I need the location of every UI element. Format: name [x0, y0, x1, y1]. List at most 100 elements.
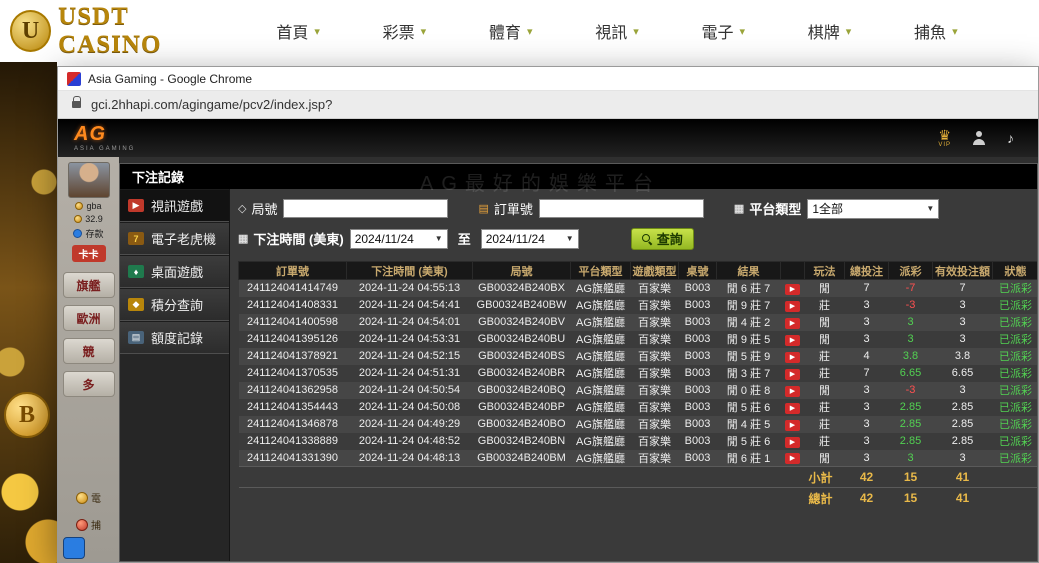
play-video-button[interactable]: ▶	[785, 453, 800, 464]
bet-row-3[interactable]: 2411240413951262024-11-24 04:53:31GB0032…	[239, 331, 1038, 348]
valid-bet-cell: 3.8	[933, 348, 993, 365]
play-video-button[interactable]: ▶	[785, 420, 800, 431]
payout-cell: -3	[889, 382, 933, 399]
valid-bet-cell: 3	[933, 297, 993, 314]
sidebar-mini-item-0[interactable]: 電	[76, 490, 101, 505]
ag-logo-caption: ASIA GAMING	[74, 146, 135, 152]
bet-row-2[interactable]: 2411240414005982024-11-24 04:54:01GB0032…	[239, 314, 1038, 331]
search-button[interactable]: 查詢	[631, 228, 694, 250]
nav-item-label: 彩票	[383, 19, 415, 43]
nav-item-2[interactable]: 體育▾	[489, 19, 533, 43]
round-number-label: ◇ 局號	[238, 199, 277, 218]
col-header-0: 訂單號	[239, 262, 347, 280]
summary-bet: 42	[845, 488, 889, 509]
coin-icon	[75, 202, 83, 210]
col-header-12: 狀態	[993, 262, 1038, 280]
col-header-8: 玩法	[805, 262, 845, 280]
sidebar-mini-item-1[interactable]: 捕	[76, 517, 101, 532]
play-video-button[interactable]: ▶	[785, 386, 800, 397]
site-logo[interactable]: U USDT CASINO	[0, 3, 235, 59]
service-icon[interactable]	[63, 537, 85, 559]
site-logo-text: USDT CASINO	[58, 3, 235, 59]
nav-item-4[interactable]: 電子▾	[701, 19, 745, 43]
play-video-button[interactable]: ▶	[785, 284, 800, 295]
nav-item-label: 體育	[489, 19, 521, 43]
hall-button-0[interactable]: 旗艦	[63, 272, 115, 298]
play-video-button[interactable]: ▶	[785, 318, 800, 329]
nav-item-5[interactable]: 棋牌▾	[808, 19, 852, 43]
vip-button[interactable]: ♛ VIP	[938, 128, 951, 148]
valid-bet-cell: 3	[933, 331, 993, 348]
time-cell: 2024-11-24 04:54:01	[347, 314, 473, 331]
order-cell: 241124041346878	[239, 416, 347, 433]
order-cell: 241124041408331	[239, 297, 347, 314]
platform-cell: AG旗艦廳	[571, 314, 631, 331]
order-cell: 241124041354443	[239, 399, 347, 416]
play-video-button[interactable]: ▶	[785, 437, 800, 448]
lock-icon	[72, 101, 81, 108]
username-row: gba	[75, 201, 101, 211]
total-bet-cell: 3	[845, 331, 889, 348]
platform-type-select[interactable]: 1全部 ▼	[807, 199, 939, 219]
chevron-down-icon: ▾	[952, 25, 958, 38]
menu-item-table-games[interactable]: ♦桌面遊戲	[120, 255, 229, 288]
hall-button-2[interactable]: 競	[63, 338, 115, 364]
bet-row-4[interactable]: 2411240413789212024-11-24 04:52:15GB0032…	[239, 348, 1038, 365]
promo-badge[interactable]: 卡卡	[72, 245, 106, 262]
game-cell: 百家樂	[631, 331, 679, 348]
video-cell: ▶	[781, 399, 805, 416]
bet-time-label: ▦ 下注時間 (美東)	[238, 229, 344, 248]
order-cell: 241124041395126	[239, 331, 347, 348]
bet-row-6[interactable]: 2411240413629582024-11-24 04:50:54GB0032…	[239, 382, 1038, 399]
menu-item-video-games[interactable]: ▶視訊遊戲	[120, 189, 229, 222]
platform-cell: AG旗艦廳	[571, 297, 631, 314]
round-cell: GB00324B240BS	[473, 348, 571, 365]
nav-item-1[interactable]: 彩票▾	[383, 19, 427, 43]
nav-item-0[interactable]: 首頁▾	[276, 19, 320, 43]
hall-button-1[interactable]: 歐洲	[63, 305, 115, 331]
bet-row-1[interactable]: 2411240414083312024-11-24 04:54:41GB0032…	[239, 297, 1038, 314]
bet-row-5[interactable]: 2411240413705352024-11-24 04:51:31GB0032…	[239, 365, 1038, 382]
order-number-input[interactable]	[539, 199, 704, 218]
menu-item-slot-machines[interactable]: 7電子老虎機	[120, 222, 229, 255]
nav-item-6[interactable]: 捕魚▾	[914, 19, 958, 43]
ag-logo: AG ASIA GAMING	[74, 124, 135, 152]
order-cell: 241124041362958	[239, 382, 347, 399]
total-bet-cell: 3	[845, 433, 889, 450]
total-bet-cell: 3	[845, 382, 889, 399]
bet-row-0[interactable]: 2411240414147492024-11-24 04:55:13GB0032…	[239, 280, 1038, 297]
nav-item-3[interactable]: 視訊▾	[595, 19, 639, 43]
deposit-item[interactable]: 存款	[73, 227, 103, 240]
play-video-button[interactable]: ▶	[785, 301, 800, 312]
date-to-select[interactable]: 2024/11/24 ▼	[481, 229, 579, 249]
menu-item-points-query[interactable]: ◆積分查詢	[120, 288, 229, 321]
hall-button-3[interactable]: 多	[63, 371, 115, 397]
menu-item-credit-records[interactable]: ▤額度記錄	[120, 321, 229, 354]
bet-row-7[interactable]: 2411240413544432024-11-24 04:50:08GB0032…	[239, 399, 1038, 416]
platform-type-value: 1全部	[812, 200, 843, 217]
customer-service-icon[interactable]	[971, 131, 987, 145]
valid-bet-cell: 2.85	[933, 416, 993, 433]
site-header: U USDT CASINO 首頁▾彩票▾體育▾視訊▾電子▾棋牌▾捕魚▾	[0, 0, 1039, 62]
bet-row-10[interactable]: 2411240413313902024-11-24 04:48:13GB0032…	[239, 450, 1038, 467]
address-bar[interactable]: gci.2hhapi.com/agingame/pcv2/index.jsp?	[58, 91, 1038, 119]
play-video-button[interactable]: ▶	[785, 369, 800, 380]
music-note-icon[interactable]: ♪	[1007, 130, 1014, 146]
play-video-button[interactable]: ▶	[785, 335, 800, 346]
chevron-down-icon: ▼	[926, 204, 934, 213]
menu-item-label: 額度記錄	[151, 328, 203, 347]
nav-item-label: 視訊	[595, 19, 627, 43]
round-number-input[interactable]	[283, 199, 448, 218]
video-cell: ▶	[781, 365, 805, 382]
play-video-button[interactable]: ▶	[785, 352, 800, 363]
bet-row-8[interactable]: 2411240413468782024-11-24 04:49:29GB0032…	[239, 416, 1038, 433]
table-number-cell: B003	[679, 314, 717, 331]
bet-row-9[interactable]: 2411240413388892024-11-24 04:48:52GB0032…	[239, 433, 1038, 450]
play-video-button[interactable]: ▶	[785, 403, 800, 414]
play-type-cell: 閒	[805, 331, 845, 348]
user-avatar[interactable]	[68, 162, 110, 198]
time-cell: 2024-11-24 04:55:13	[347, 280, 473, 297]
video-cell: ▶	[781, 450, 805, 467]
popup-titlebar[interactable]: Asia Gaming - Google Chrome	[58, 67, 1038, 91]
date-from-select[interactable]: 2024/11/24 ▼	[350, 229, 448, 249]
